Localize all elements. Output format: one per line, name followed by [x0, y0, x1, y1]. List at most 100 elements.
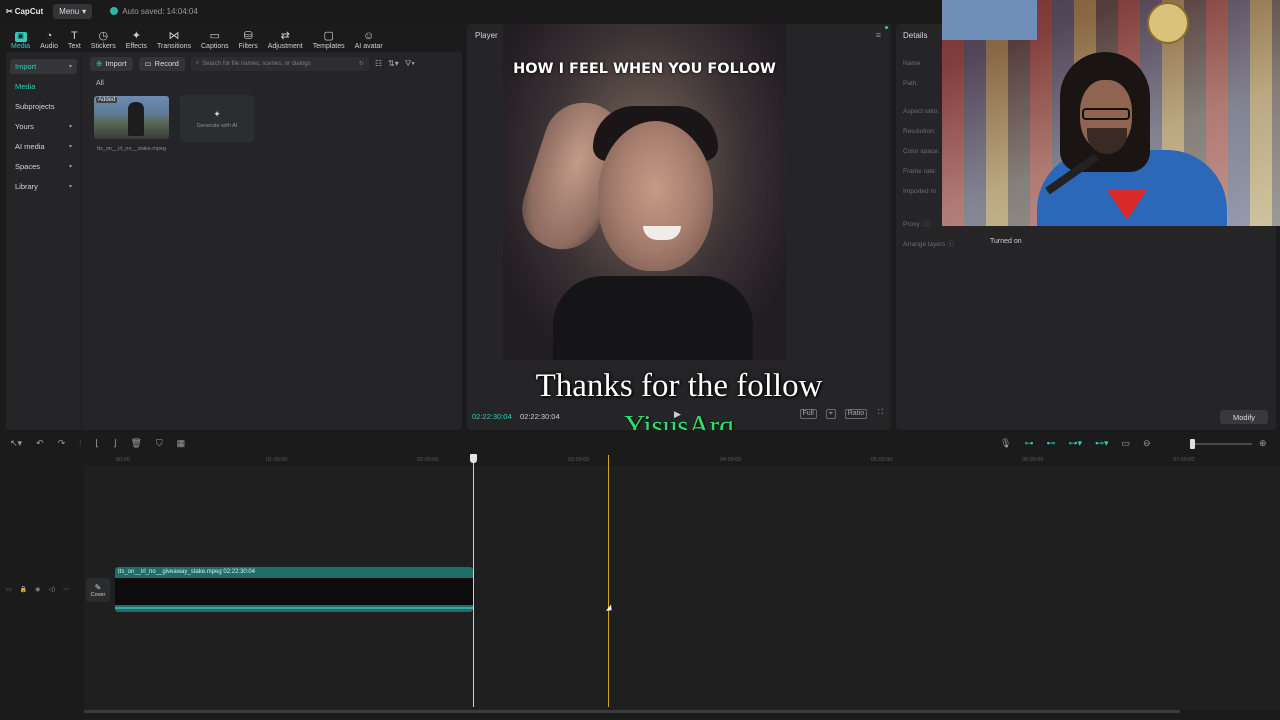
chevron-down-icon: ▾ [68, 144, 72, 150]
speaker-icon[interactable]: ◁) [48, 586, 55, 593]
menu-button[interactable]: Menu ▾ [53, 3, 93, 19]
cover-button[interactable]: ✎ Cover [86, 578, 110, 602]
modify-button[interactable]: Modify [1220, 410, 1268, 424]
tab-effects[interactable]: ✦ Effects [121, 24, 152, 50]
sparkle-icon: ✦ [213, 108, 221, 119]
preview-axis-icon[interactable]: ⊶▾ [1068, 438, 1082, 449]
video-clip[interactable]: tts_on__irl_no__giveaway_stake.mpeg 02:2… [115, 567, 473, 612]
marker-icon[interactable]: ⛉ [156, 438, 163, 449]
split-right-icon[interactable]: ⌋ [113, 438, 117, 449]
plus-icon: ⊕ [96, 59, 103, 68]
caption-icon[interactable]: ▭ [1122, 438, 1131, 449]
detail-imported-label: Imported m [903, 188, 936, 195]
delete-icon[interactable]: 🗑 [130, 438, 141, 449]
filters-icon: ⛁ [243, 30, 253, 42]
snap-icon[interactable]: ⊷ [1046, 438, 1055, 449]
hover-cursor-line [608, 455, 609, 707]
stickers-icon: ◷ [98, 30, 109, 42]
tab-captions[interactable]: ▭ Captions [196, 24, 234, 50]
streamer-glasses [1082, 108, 1130, 120]
microphone-icon[interactable]: 🎙 [1000, 438, 1011, 449]
video-preview[interactable]: HOW I FEEL WHEN YOU FOLLOW [503, 24, 786, 360]
generate-with-ai-button[interactable]: ✦ Generate with AI [180, 95, 254, 142]
tab-transitions[interactable]: ⋈ Transitions [152, 24, 196, 50]
track-header: ▭ 🔒 ◉ ◁) ⋯ [6, 586, 69, 593]
zoom-out-icon[interactable]: ⊖ [1143, 438, 1151, 449]
detail-path-label: Path: [903, 80, 919, 87]
lock-icon[interactable]: 🔒 [20, 586, 27, 593]
undo-icon[interactable]: ↶ [36, 438, 44, 449]
zoom-icon[interactable]: ⌖ [825, 409, 836, 419]
sidebar-item-library[interactable]: Library ▾ [10, 179, 77, 194]
filter-icon[interactable]: ⛛▾ [405, 59, 415, 69]
track-thumbnail-icon[interactable]: ▭ [6, 586, 12, 593]
play-button[interactable]: ▶ [674, 409, 681, 420]
timeline-ruler[interactable]: 00:00 01:00:00 02:00:00 03:00:00 04:00:0… [84, 452, 1280, 466]
tab-templates[interactable]: ▢ Templates [308, 24, 350, 50]
sidebar-item-import[interactable]: Import ▾ [10, 59, 77, 74]
record-button[interactable]: ▭ Record [138, 56, 185, 71]
view-grid-icon[interactable]: ☷ [375, 59, 382, 68]
search-input[interactable]: ⌕ Search for file names, scenes, or dialo… [190, 56, 369, 71]
sidebar-item-label: Subprojects [15, 102, 55, 111]
tab-media[interactable]: ▣ Media [6, 24, 35, 50]
import-button[interactable]: ⊕ Import [90, 56, 133, 71]
detail-name-label: Name: [903, 60, 923, 67]
sidebar-item-ai-media[interactable]: AI media ▾ [10, 139, 77, 154]
clip-waveform [115, 607, 473, 609]
playhead-line[interactable] [473, 455, 474, 707]
tab-stickers[interactable]: ◷ Stickers [86, 24, 121, 50]
eye-icon[interactable]: ◉ [35, 586, 40, 593]
link-icon[interactable]: ⊶ [1024, 438, 1033, 449]
sidebar-item-label: Media [15, 82, 36, 91]
media-thumbnail[interactable]: Added [94, 96, 169, 139]
ruler-tick: 06:00:00 [1022, 457, 1044, 463]
zoom-slider-handle[interactable] [1190, 439, 1195, 449]
fullscreen-icon[interactable]: ⛶ [876, 409, 885, 419]
sidebar-item-label: Import [15, 62, 37, 71]
tab-ai-avatar[interactable]: ☺ AI avatar [350, 24, 388, 50]
zoom-slider[interactable] [1192, 443, 1252, 445]
chevron-down-icon: ▾ [68, 184, 72, 190]
tab-filters[interactable]: ⛁ Filters [234, 24, 263, 50]
split-icon[interactable]: ⫶ [79, 438, 81, 449]
tab-text[interactable]: T Text [63, 24, 86, 50]
sidebar-item-yours[interactable]: Yours ▾ [10, 119, 77, 134]
cover-label: Cover [90, 591, 106, 598]
timeline-scrollbar[interactable] [84, 710, 1180, 713]
timeline-tools-left: ↖▾ ↶ ↷ ⫶ ⌊ ⌋ 🗑 ⛉ ▦ [10, 438, 185, 449]
media-sidebar: Import ▾ Media Subprojects Yours ▾ AI medi… [6, 52, 82, 430]
media-file-name: tts_on__irl_no__stake.mpeg [97, 146, 167, 152]
arrange-layers-label: Arrange layers ⓘ [903, 238, 954, 248]
proxy-label-text: Proxy: [903, 221, 922, 228]
chevron-down-icon: ▾ [68, 64, 72, 70]
thumbnail-icon[interactable]: ▦ [177, 438, 186, 449]
tab-audio[interactable]: ◔ Audio [35, 24, 63, 50]
chevron-down-icon: ▾ [68, 164, 72, 170]
sidebar-item-subprojects[interactable]: Subprojects [10, 99, 77, 114]
player-controls: Full ⌖ Ratio ⛶ [799, 409, 885, 419]
tab-adjustment[interactable]: ⇄ Adjustment [263, 24, 308, 50]
split-left-icon[interactable]: ⌊ [95, 438, 99, 449]
ruler-tick: 05:00:00 [871, 457, 893, 463]
select-cursor-icon[interactable]: ↖▾ [10, 438, 22, 449]
tab-label: Stickers [90, 43, 116, 50]
arrange-layers-value: Turned on [990, 238, 1022, 245]
detail-aspect-label: Aspect ratio: [903, 108, 940, 115]
wall-map [942, 0, 1037, 40]
full-quality-button[interactable]: Full [799, 409, 817, 419]
audio-icon: ◔ [45, 30, 53, 42]
ruler-tick: 07:00:00 [1173, 457, 1195, 463]
hamburger-menu-icon[interactable]: ≡ [876, 30, 881, 40]
sidebar-item-media[interactable]: Media [10, 79, 77, 94]
zoom-in-icon[interactable]: ⊕ [1259, 438, 1267, 449]
sidebar-item-spaces[interactable]: Spaces ▾ [10, 159, 77, 174]
filter-all-tab[interactable]: All [96, 80, 104, 87]
search-placeholder: Search for file names, scenes, or dialog… [202, 60, 311, 67]
more-icon[interactable]: ⋯ [63, 586, 69, 593]
track-icon[interactable]: ⊷▾ [1095, 438, 1109, 449]
sort-icon[interactable]: ⇅▾ [388, 59, 399, 68]
playhead-handle[interactable] [470, 454, 477, 463]
ratio-button[interactable]: Ratio [844, 409, 868, 419]
redo-icon[interactable]: ↷ [58, 438, 66, 449]
